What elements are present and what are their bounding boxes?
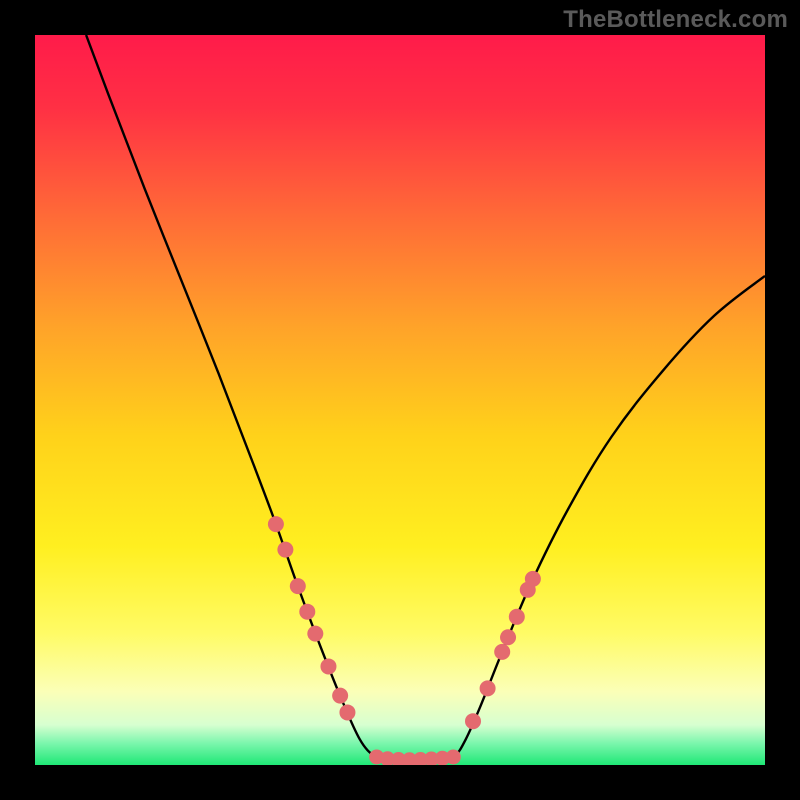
cluster-dot [480,680,496,696]
cluster-dot [307,626,323,642]
cluster-dot [494,644,510,660]
cluster-dot [500,629,516,645]
watermark-text: TheBottleneck.com [563,6,788,34]
cluster-dot [299,604,315,620]
cluster-dot [268,516,284,532]
chart-frame: TheBottleneck.com [0,0,800,800]
cluster-dot [320,658,336,674]
cluster-dot [339,704,355,720]
cluster-dot [332,688,348,704]
cluster-dot [525,571,541,587]
cluster-dot [465,713,481,729]
cluster-dot [277,542,293,558]
cluster-dot [509,609,525,625]
cluster-dot [290,578,306,594]
plot-area [35,35,765,765]
chart-background [35,35,765,765]
floor-dot [446,749,461,764]
chart-svg [35,35,765,765]
